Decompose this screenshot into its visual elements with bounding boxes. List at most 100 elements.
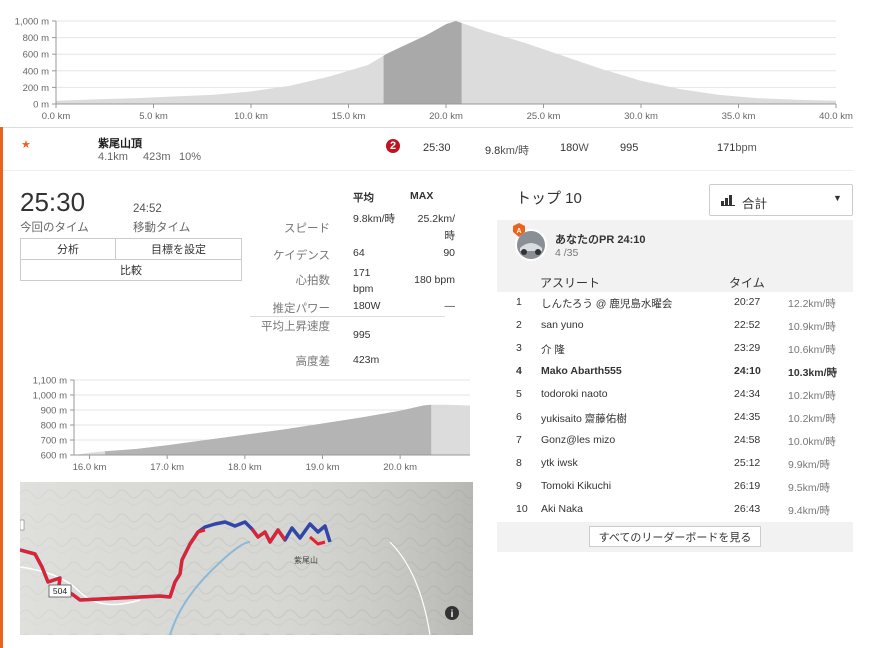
athlete-pace: 10.6km/時 <box>788 344 836 356</box>
y-tick-label: 600 m <box>23 50 49 61</box>
athlete-time: 20:27 <box>734 296 761 308</box>
athlete-name[interactable]: san yuno <box>541 319 584 331</box>
segment-time: 25:30 <box>423 142 451 154</box>
segment-row[interactable]: ★ 紫尾山頂 4.1km 423m 10% 2 25:30 9.8km/時 18… <box>3 127 853 171</box>
y-tick-label: 800 m <box>41 421 67 432</box>
athlete-pace: 10.9km/時 <box>788 321 836 333</box>
segment-elevation: 423m <box>143 151 171 163</box>
analyze-button[interactable]: 分析 <box>21 239 116 260</box>
athlete-time: 25:12 <box>734 457 761 469</box>
athlete-pace: 10.2km/時 <box>788 413 836 425</box>
view-all-leaderboard-button[interactable]: すべてのリーダーボードを見る <box>589 526 761 547</box>
svg-text:A: A <box>516 228 521 235</box>
athlete-name[interactable]: 介 隆 <box>541 342 565 357</box>
stat-label-power: 推定パワー <box>272 303 331 315</box>
athlete-name[interactable]: Tomoki Kikuchi <box>541 480 611 492</box>
athlete-name[interactable]: yukisaito 齋藤佑樹 <box>541 411 627 426</box>
stat-avg-hr: 171 bpm <box>353 267 374 295</box>
athlete-pace: 10.0km/時 <box>788 436 836 448</box>
col-time[interactable]: タイム <box>729 274 765 291</box>
athlete-time: 24:34 <box>734 388 761 400</box>
stat-label-hr: 心拍数 <box>295 275 331 287</box>
y-tick-label: 600 m <box>41 451 67 462</box>
y-tick-label: 0 m <box>33 100 49 111</box>
leaderboard-rank: 2 <box>516 319 522 331</box>
athlete-name[interactable]: しんたろう @ 鹿児島水曜会 <box>541 296 672 311</box>
segment-highlight-area <box>383 21 462 104</box>
segment-speed-unit: km/時 <box>500 145 530 157</box>
athlete-pace: 9.9km/時 <box>788 459 831 471</box>
stat-label-vam: 平均上昇速度 <box>261 321 330 333</box>
stat-avg-speed: 9.8km/時 <box>353 213 396 225</box>
athlete-time: 26:19 <box>734 480 761 492</box>
segment-speed: 9.8km/時 <box>485 142 529 158</box>
athlete-time: 23:29 <box>734 342 761 354</box>
athlete-name[interactable]: todoroki naoto <box>541 388 608 400</box>
compare-button[interactable]: 比較 <box>21 260 241 280</box>
leaderboard-rank: 1 <box>516 296 522 308</box>
segment-power-unit: W <box>578 142 589 154</box>
leaderboard-rank: 7 <box>516 434 522 446</box>
action-buttons: 分析 目標を設定 比較 <box>20 238 242 281</box>
leaderboard-header: アスリート タイム <box>497 270 853 292</box>
elevation-profile-chart[interactable]: 1,000 m 800 m 600 m 400 m 200 m 0 m0.0 km 5.0 … <box>0 0 871 125</box>
athlete-name[interactable]: Mako Abarth555 <box>541 365 622 377</box>
stat-label-cadence: ケイデンス <box>272 250 330 262</box>
stats-divider <box>250 316 445 317</box>
stat-avg-cadence: 64 <box>353 247 365 259</box>
pr-box: A あなたのPR 24:10 4 /35 <box>497 220 853 270</box>
leaderboard-title: トップ 10 <box>516 190 582 207</box>
leaderboard-rank: 8 <box>516 457 522 469</box>
x-tick-label: 15.0 km <box>332 111 366 122</box>
athlete-time: 26:43 <box>734 503 761 515</box>
y-tick-label: 1,000 m <box>33 391 67 402</box>
filter-label: 合計 <box>742 197 768 211</box>
stat-label-elev: 高度差 <box>295 356 331 368</box>
leaderboard-rank: 10 <box>516 503 528 515</box>
athlete-time: 22:52 <box>734 319 761 331</box>
segment-power: 180W <box>560 142 589 154</box>
x-tick-label: 35.0 km <box>722 111 756 122</box>
athlete-pace: 9.4km/時 <box>788 505 831 517</box>
x-tick-label: 5.0 km <box>139 111 168 122</box>
rank-badge: 2 <box>386 139 400 153</box>
y-tick-label: 1,100 m <box>33 376 67 387</box>
athlete-name[interactable]: ytk iwsk <box>541 457 578 469</box>
moving-label: 移動タイム <box>133 222 191 234</box>
stat-max-speed: 25.2km/時 <box>417 213 455 242</box>
map-edge-marker <box>20 519 25 531</box>
star-icon[interactable]: ★ <box>21 138 31 151</box>
segment-speed-value: 9.8 <box>485 145 501 157</box>
leaderboard-rank: 5 <box>516 388 522 400</box>
athlete-pace: 10.2km/時 <box>788 390 836 402</box>
leaderboard-rank: 6 <box>516 411 522 423</box>
athlete-time: 24:58 <box>734 434 761 446</box>
x-tick-label: 10.0 km <box>234 111 268 122</box>
stat-avg-power: 180W <box>353 300 381 312</box>
stats-col-avg: 平均 <box>353 192 374 204</box>
segment-name[interactable]: 紫尾山頂 <box>98 135 142 151</box>
x-tick-label: 16.0 km <box>73 462 107 473</box>
x-tick-label: 18.0 km <box>228 462 262 473</box>
segment-map[interactable]: 504 紫尾山 i <box>20 482 473 635</box>
segment-vam: 995 <box>620 142 639 154</box>
x-tick-label: 17.0 km <box>150 462 184 473</box>
y-tick-label: 400 m <box>23 66 49 77</box>
stat-avg-elev: 423m <box>353 354 380 366</box>
athlete-name[interactable]: Gonz@les mizo <box>541 434 615 446</box>
y-tick-label: 700 m <box>41 436 67 447</box>
pr-rank: 4 /35 <box>555 247 579 259</box>
chevron-down-icon: ▼ <box>833 193 842 203</box>
athlete-pace: 10.3km/時 <box>788 367 838 379</box>
stat-avg-vam: 995 <box>353 329 371 341</box>
x-tick-label: 19.0 km <box>306 462 340 473</box>
athlete-name[interactable]: Aki Naka <box>541 503 583 515</box>
segment-elevation-chart[interactable]: 1,100 m 1,000 m 900 m 800 m 700 m 600 m 16.0 k… <box>0 370 480 480</box>
place-label: 紫尾山 <box>294 555 318 565</box>
col-athlete[interactable]: アスリート <box>540 274 600 291</box>
segment-power-value: 180 <box>560 142 579 154</box>
set-goal-button[interactable]: 目標を設定 <box>116 239 241 260</box>
leaderboard-filter-dropdown[interactable]: 合計 ▼ <box>709 184 853 216</box>
pr-label: あなたのPR 24:10 <box>555 234 646 246</box>
x-tick-label: 25.0 km <box>527 111 561 122</box>
